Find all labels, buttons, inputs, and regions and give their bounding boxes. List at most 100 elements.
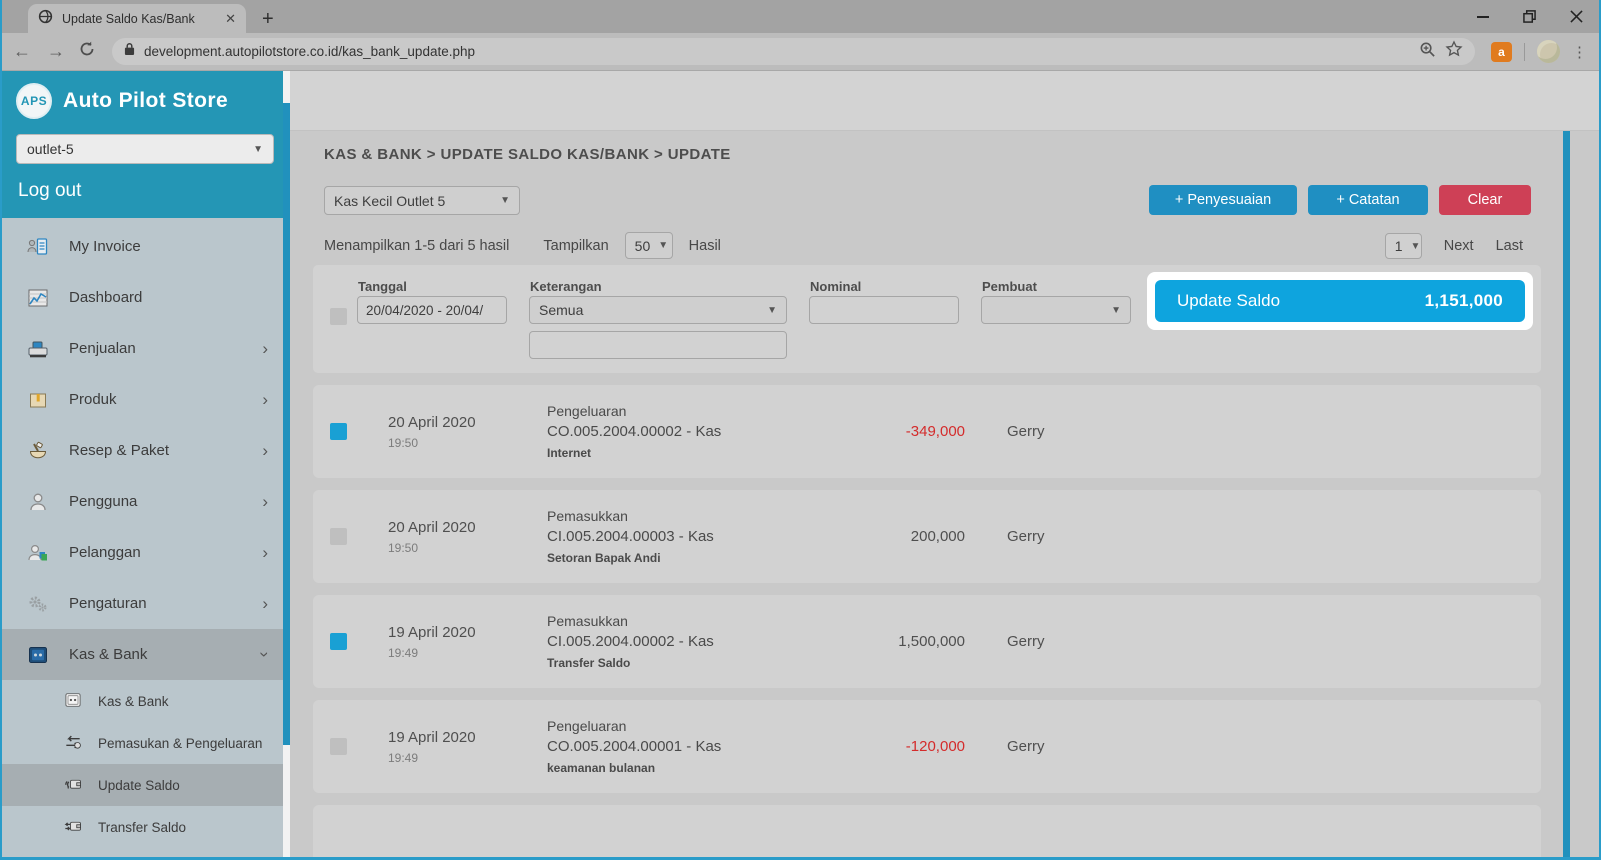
url-bar[interactable]: development.autopilotstore.co.id/kas_ban… xyxy=(112,38,1475,65)
row-checkbox[interactable] xyxy=(330,528,347,545)
user-icon xyxy=(24,490,52,514)
content-topbar xyxy=(290,71,1601,131)
sidebar-subitem-kas-bank[interactable]: Kas & Bank xyxy=(0,680,290,722)
update-saldo-button[interactable]: Update Saldo 1,151,000 xyxy=(1155,280,1525,322)
account-select[interactable]: Kas Kecil Outlet 5 ▼ xyxy=(324,186,520,215)
sidebar-subitem-update-saldo[interactable]: Update Saldo xyxy=(0,764,290,806)
aps-logo: APS xyxy=(16,83,52,119)
keterangan-select[interactable]: Semua ▼ xyxy=(529,296,787,324)
last-page-link[interactable]: Last xyxy=(1496,238,1523,254)
table-row[interactable]: 18 April 2020 Pemasukkan xyxy=(313,805,1541,860)
window-close-button[interactable] xyxy=(1570,10,1583,23)
zoom-page-icon[interactable] xyxy=(1419,41,1436,63)
tanggal-column-header: Tanggal xyxy=(358,279,407,294)
row-checkbox[interactable] xyxy=(330,738,347,755)
penyesuaian-button[interactable]: + Penyesuaian xyxy=(1149,185,1297,215)
chevron-down-icon: ▼ xyxy=(1410,240,1421,252)
row-type: Pengeluaran xyxy=(547,403,627,419)
clear-button[interactable]: Clear xyxy=(1439,185,1531,215)
sidebar-item-label: Produk xyxy=(69,391,117,408)
chevron-down-icon: ▼ xyxy=(1111,304,1121,316)
tab-close-icon[interactable]: ✕ xyxy=(225,11,236,27)
table-row[interactable]: 20 April 2020 19:50 Pengeluaran CO.005.200… xyxy=(313,385,1541,478)
keterangan-search-input[interactable] xyxy=(529,331,787,359)
sidebar-subitem-transfer-saldo[interactable]: Transfer Saldo xyxy=(0,806,290,848)
row-amount: 1,500,000 xyxy=(898,633,965,650)
row-code: CI.005.2004.00003 - Kas xyxy=(547,528,714,545)
sidebar: APS Auto Pilot Store outlet-5 ▼ Log out M… xyxy=(0,71,290,860)
bookmark-star-icon[interactable] xyxy=(1445,40,1463,63)
brand-name: Auto Pilot Store xyxy=(63,89,229,112)
logout-link[interactable]: Log out xyxy=(18,180,272,202)
wallet-refresh-icon xyxy=(62,774,84,797)
sidebar-scrollbar-thumb[interactable] xyxy=(283,103,290,745)
sidebar-subitem-pemasukan-pengeluaran[interactable]: Pemasukan & Pengeluaran xyxy=(0,722,290,764)
sidebar-item-pelanggan[interactable]: Pelanggan › xyxy=(0,527,290,578)
main-content: KAS & BANK > UPDATE SALDO KAS/BANK > UPD… xyxy=(290,71,1601,860)
sidebar-item-label: Pelanggan xyxy=(69,544,141,561)
row-checkbox[interactable] xyxy=(330,633,347,650)
table-row[interactable]: 20 April 2020 19:50 Pemasukkan CI.005.2004… xyxy=(313,490,1541,583)
nominal-filter-input[interactable] xyxy=(809,296,959,324)
pembuat-select[interactable]: ▼ xyxy=(981,296,1131,324)
invoice-icon xyxy=(24,235,52,259)
page-number-select[interactable]: 1 ▼ xyxy=(1384,233,1422,259)
chevron-right-icon: › xyxy=(262,594,268,613)
product-box-icon xyxy=(24,388,52,412)
in-out-arrows-icon xyxy=(62,732,84,755)
safe-outline-icon xyxy=(62,690,84,713)
chevron-down-icon: ▼ xyxy=(658,240,669,251)
sidebar-item-penjualan[interactable]: Penjualan › xyxy=(0,323,290,374)
sidebar-subitem-label: Update Saldo xyxy=(98,777,180,793)
tanggal-range-input[interactable] xyxy=(357,296,507,324)
select-all-checkbox[interactable] xyxy=(330,308,347,325)
sidebar-item-pengguna[interactable]: Pengguna › xyxy=(0,476,290,527)
forward-icon[interactable]: → xyxy=(44,41,68,62)
row-time: 19:49 xyxy=(388,750,419,765)
row-checkbox[interactable] xyxy=(330,423,347,440)
breadcrumb: KAS & BANK > UPDATE SALDO KAS/BANK > UPD… xyxy=(324,146,731,163)
browser-menu-icon[interactable]: ⋮ xyxy=(1572,43,1587,61)
sidebar-item-my-invoice[interactable]: My Invoice xyxy=(0,221,290,272)
table-row[interactable]: 19 April 2020 19:49 Pemasukkan CI.005.2004… xyxy=(313,595,1541,688)
table-row[interactable]: 19 April 2020 19:49 Pengeluaran CO.005.200… xyxy=(313,700,1541,793)
chevron-down-icon: ▼ xyxy=(253,143,263,155)
profile-avatar[interactable] xyxy=(1537,40,1560,63)
extension-bag-icon[interactable]: a xyxy=(1491,41,1512,62)
row-time: 19:50 xyxy=(388,540,419,555)
row-note: Transfer Saldo xyxy=(547,656,631,670)
chevron-down-icon: ▼ xyxy=(767,304,777,316)
outlet-select[interactable]: outlet-5 ▼ xyxy=(16,134,274,164)
new-tab-button[interactable]: + xyxy=(262,9,274,29)
chevron-down-icon: › xyxy=(255,651,275,658)
window-restore-button[interactable] xyxy=(1523,10,1536,23)
row-creator: Gerry xyxy=(1007,633,1045,650)
row-time: 19:50 xyxy=(388,435,419,450)
browser-tab[interactable]: Update Saldo Kas/Bank ✕ xyxy=(28,4,246,33)
row-creator: Gerry xyxy=(1007,738,1045,755)
reload-icon[interactable] xyxy=(78,40,96,63)
sidebar-item-dashboard[interactable]: Dashboard xyxy=(0,272,290,323)
wallet-transfer-icon xyxy=(62,816,84,839)
sidebar-item-produk[interactable]: Produk › xyxy=(0,374,290,425)
next-page-link[interactable]: Next xyxy=(1444,238,1474,254)
sidebar-item-resep-paket[interactable]: Resep & Paket › xyxy=(0,425,290,476)
row-type: Pengeluaran xyxy=(547,718,627,734)
catatan-button[interactable]: + Catatan xyxy=(1308,185,1428,215)
page-scrollbar[interactable] xyxy=(1563,131,1570,860)
sidebar-item-pengaturan[interactable]: Pengaturan › xyxy=(0,578,290,629)
nominal-column-header: Nominal xyxy=(810,279,862,294)
sidebar-subitem-label: Transfer Saldo xyxy=(98,819,187,835)
sidebar-item-kas-bank[interactable]: Kas & Bank › xyxy=(0,629,290,680)
lock-icon xyxy=(124,42,135,61)
tab-title: Update Saldo Kas/Bank xyxy=(62,11,195,26)
page-size-select[interactable]: 50 ▼ xyxy=(624,232,673,259)
results-info: Menampilkan 1-5 dari 5 hasil xyxy=(324,237,510,254)
row-note: keamanan bulanan xyxy=(547,761,656,775)
back-icon[interactable]: ← xyxy=(10,41,34,62)
row-amount: -120,000 xyxy=(905,738,965,755)
window-minimize-button[interactable] xyxy=(1477,15,1489,18)
chevron-right-icon: › xyxy=(262,543,268,562)
filter-panel: Tanggal Keterangan Semua▼ Nominal Pembua… xyxy=(313,265,1541,373)
row-note: Setoran Bapak Andi xyxy=(547,551,661,565)
